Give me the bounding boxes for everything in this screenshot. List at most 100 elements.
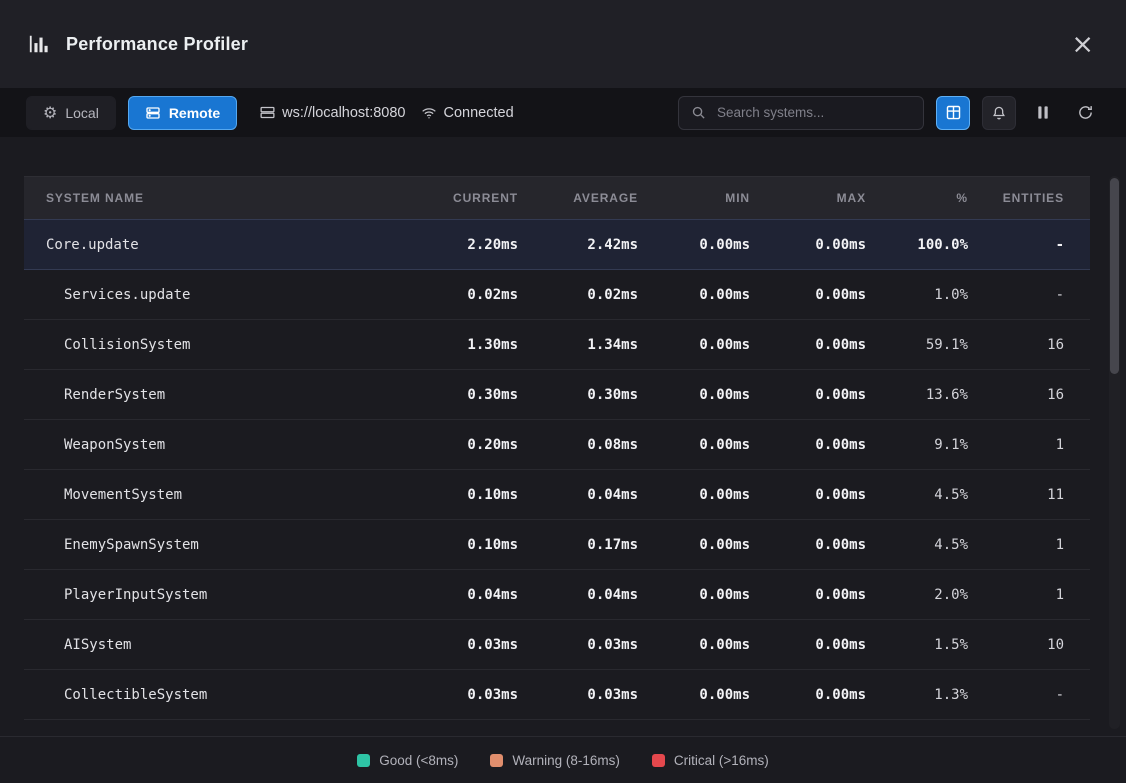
system-name: Core.update (24, 237, 398, 253)
pause-icon (1036, 105, 1050, 120)
table-header-row: SYSTEM NAMECURRENTAVERAGEMINMAX%ENTITIES (24, 176, 1090, 220)
table-row[interactable]: CollectibleSystem0.03ms0.03ms0.00ms0.00m… (24, 670, 1090, 720)
cell-entities: 11 (968, 487, 1064, 503)
cell-percent: 2.0% (866, 587, 968, 603)
cell-entities: - (968, 237, 1064, 253)
cell-current: 0.30ms (398, 387, 518, 403)
cell-percent: 100.0% (866, 237, 968, 253)
cell-current: 0.10ms (398, 537, 518, 553)
title-bar: Performance Profiler × (0, 0, 1126, 88)
main-content: SYSTEM NAMECURRENTAVERAGEMINMAX%ENTITIES… (0, 137, 1126, 783)
search-box (678, 96, 924, 130)
legend-item: Good (<8ms) (357, 753, 458, 768)
cell-max: 0.00ms (750, 637, 866, 653)
legend-swatch (652, 754, 665, 767)
cell-average: 0.03ms (518, 687, 638, 703)
system-name: Services.update (24, 287, 398, 303)
cell-max: 0.00ms (750, 587, 866, 603)
refresh-button[interactable] (1070, 98, 1100, 128)
cell-average: 0.08ms (518, 437, 638, 453)
cell-average: 0.03ms (518, 637, 638, 653)
systems-table: SYSTEM NAMECURRENTAVERAGEMINMAX%ENTITIES… (24, 176, 1090, 720)
toolbar: ⚙ Local Remote ws:// (0, 88, 1126, 137)
alerts-button[interactable] (982, 96, 1016, 130)
cell-min: 0.00ms (638, 437, 750, 453)
column-header-entities[interactable]: ENTITIES (968, 191, 1064, 205)
cell-min: 0.00ms (638, 237, 750, 253)
cell-entities: 10 (968, 637, 1064, 653)
cell-percent: 13.6% (866, 387, 968, 403)
table-row[interactable]: PlayerInputSystem0.04ms0.04ms0.00ms0.00m… (24, 570, 1090, 620)
system-name: CollectibleSystem (24, 687, 398, 703)
cell-min: 0.00ms (638, 287, 750, 303)
cell-average: 0.04ms (518, 487, 638, 503)
table-row[interactable]: WeaponSystem0.20ms0.08ms0.00ms0.00ms9.1%… (24, 420, 1090, 470)
column-header-average[interactable]: AVERAGE (518, 191, 638, 205)
close-button[interactable]: × (1067, 31, 1098, 58)
local-tab-button[interactable]: ⚙ Local (26, 96, 116, 130)
legend-label: Good (<8ms) (379, 753, 458, 768)
cell-max: 0.00ms (750, 287, 866, 303)
cell-max: 0.00ms (750, 437, 866, 453)
system-name: WeaponSystem (24, 437, 398, 453)
cell-average: 1.34ms (518, 337, 638, 353)
legend: Good (<8ms)Warning (8-16ms)Critical (>16… (0, 736, 1126, 783)
system-name: AISystem (24, 637, 398, 653)
scrollbar-thumb[interactable] (1110, 178, 1119, 374)
cell-current: 0.04ms (398, 587, 518, 603)
cell-max: 0.00ms (750, 687, 866, 703)
legend-swatch (357, 754, 370, 767)
table-row[interactable]: RenderSystem0.30ms0.30ms0.00ms0.00ms13.6… (24, 370, 1090, 420)
cell-entities: - (968, 287, 1064, 303)
table-row[interactable]: Core.update2.20ms2.42ms0.00ms0.00ms100.0… (24, 220, 1090, 270)
cell-entities: - (968, 687, 1064, 703)
cell-current: 1.30ms (398, 337, 518, 353)
cell-min: 0.00ms (638, 537, 750, 553)
legend-label: Critical (>16ms) (674, 753, 769, 768)
legend-swatch (490, 754, 503, 767)
cell-current: 0.10ms (398, 487, 518, 503)
cell-percent: 1.0% (866, 287, 968, 303)
remote-tab-button[interactable]: Remote (128, 96, 237, 130)
cell-min: 0.00ms (638, 487, 750, 503)
table-row[interactable]: Services.update0.02ms0.02ms0.00ms0.00ms1… (24, 270, 1090, 320)
column-header-max[interactable]: MAX (750, 191, 866, 205)
cell-current: 2.20ms (398, 237, 518, 253)
cell-max: 0.00ms (750, 387, 866, 403)
table-body: Core.update2.20ms2.42ms0.00ms0.00ms100.0… (24, 220, 1090, 720)
cell-min: 0.00ms (638, 337, 750, 353)
table-row[interactable]: AISystem0.03ms0.03ms0.00ms0.00ms1.5%10 (24, 620, 1090, 670)
cell-current: 0.02ms (398, 287, 518, 303)
search-input[interactable] (715, 104, 911, 121)
cell-percent: 1.5% (866, 637, 968, 653)
column-header-min[interactable]: MIN (638, 191, 750, 205)
grid-view-button[interactable] (936, 96, 970, 130)
system-name: EnemySpawnSystem (24, 537, 398, 553)
column-header-system-name[interactable]: SYSTEM NAME (24, 191, 398, 205)
cell-percent: 1.3% (866, 687, 968, 703)
column-header-current[interactable]: CURRENT (398, 191, 518, 205)
cell-percent: 4.5% (866, 487, 968, 503)
cell-entities: 16 (968, 337, 1064, 353)
table-row[interactable]: MovementSystem0.10ms0.04ms0.00ms0.00ms4.… (24, 470, 1090, 520)
system-name: CollisionSystem (24, 337, 398, 353)
cell-average: 0.30ms (518, 387, 638, 403)
table-row[interactable]: CollisionSystem1.30ms1.34ms0.00ms0.00ms5… (24, 320, 1090, 370)
scrollbar-track[interactable] (1109, 176, 1120, 729)
table-row[interactable]: EnemySpawnSystem0.10ms0.17ms0.00ms0.00ms… (24, 520, 1090, 570)
cell-max: 0.00ms (750, 487, 866, 503)
pause-button[interactable] (1028, 98, 1058, 128)
cell-entities: 1 (968, 437, 1064, 453)
cell-average: 0.04ms (518, 587, 638, 603)
remote-tab-label: Remote (169, 105, 220, 121)
system-name: RenderSystem (24, 387, 398, 403)
cell-max: 0.00ms (750, 337, 866, 353)
legend-item: Critical (>16ms) (652, 753, 769, 768)
bar-chart-icon (28, 33, 50, 55)
cell-percent: 9.1% (866, 437, 968, 453)
cell-average: 2.42ms (518, 237, 638, 253)
cell-average: 0.17ms (518, 537, 638, 553)
refresh-icon (1077, 104, 1094, 121)
cell-percent: 59.1% (866, 337, 968, 353)
column-header-[interactable]: % (866, 191, 968, 205)
